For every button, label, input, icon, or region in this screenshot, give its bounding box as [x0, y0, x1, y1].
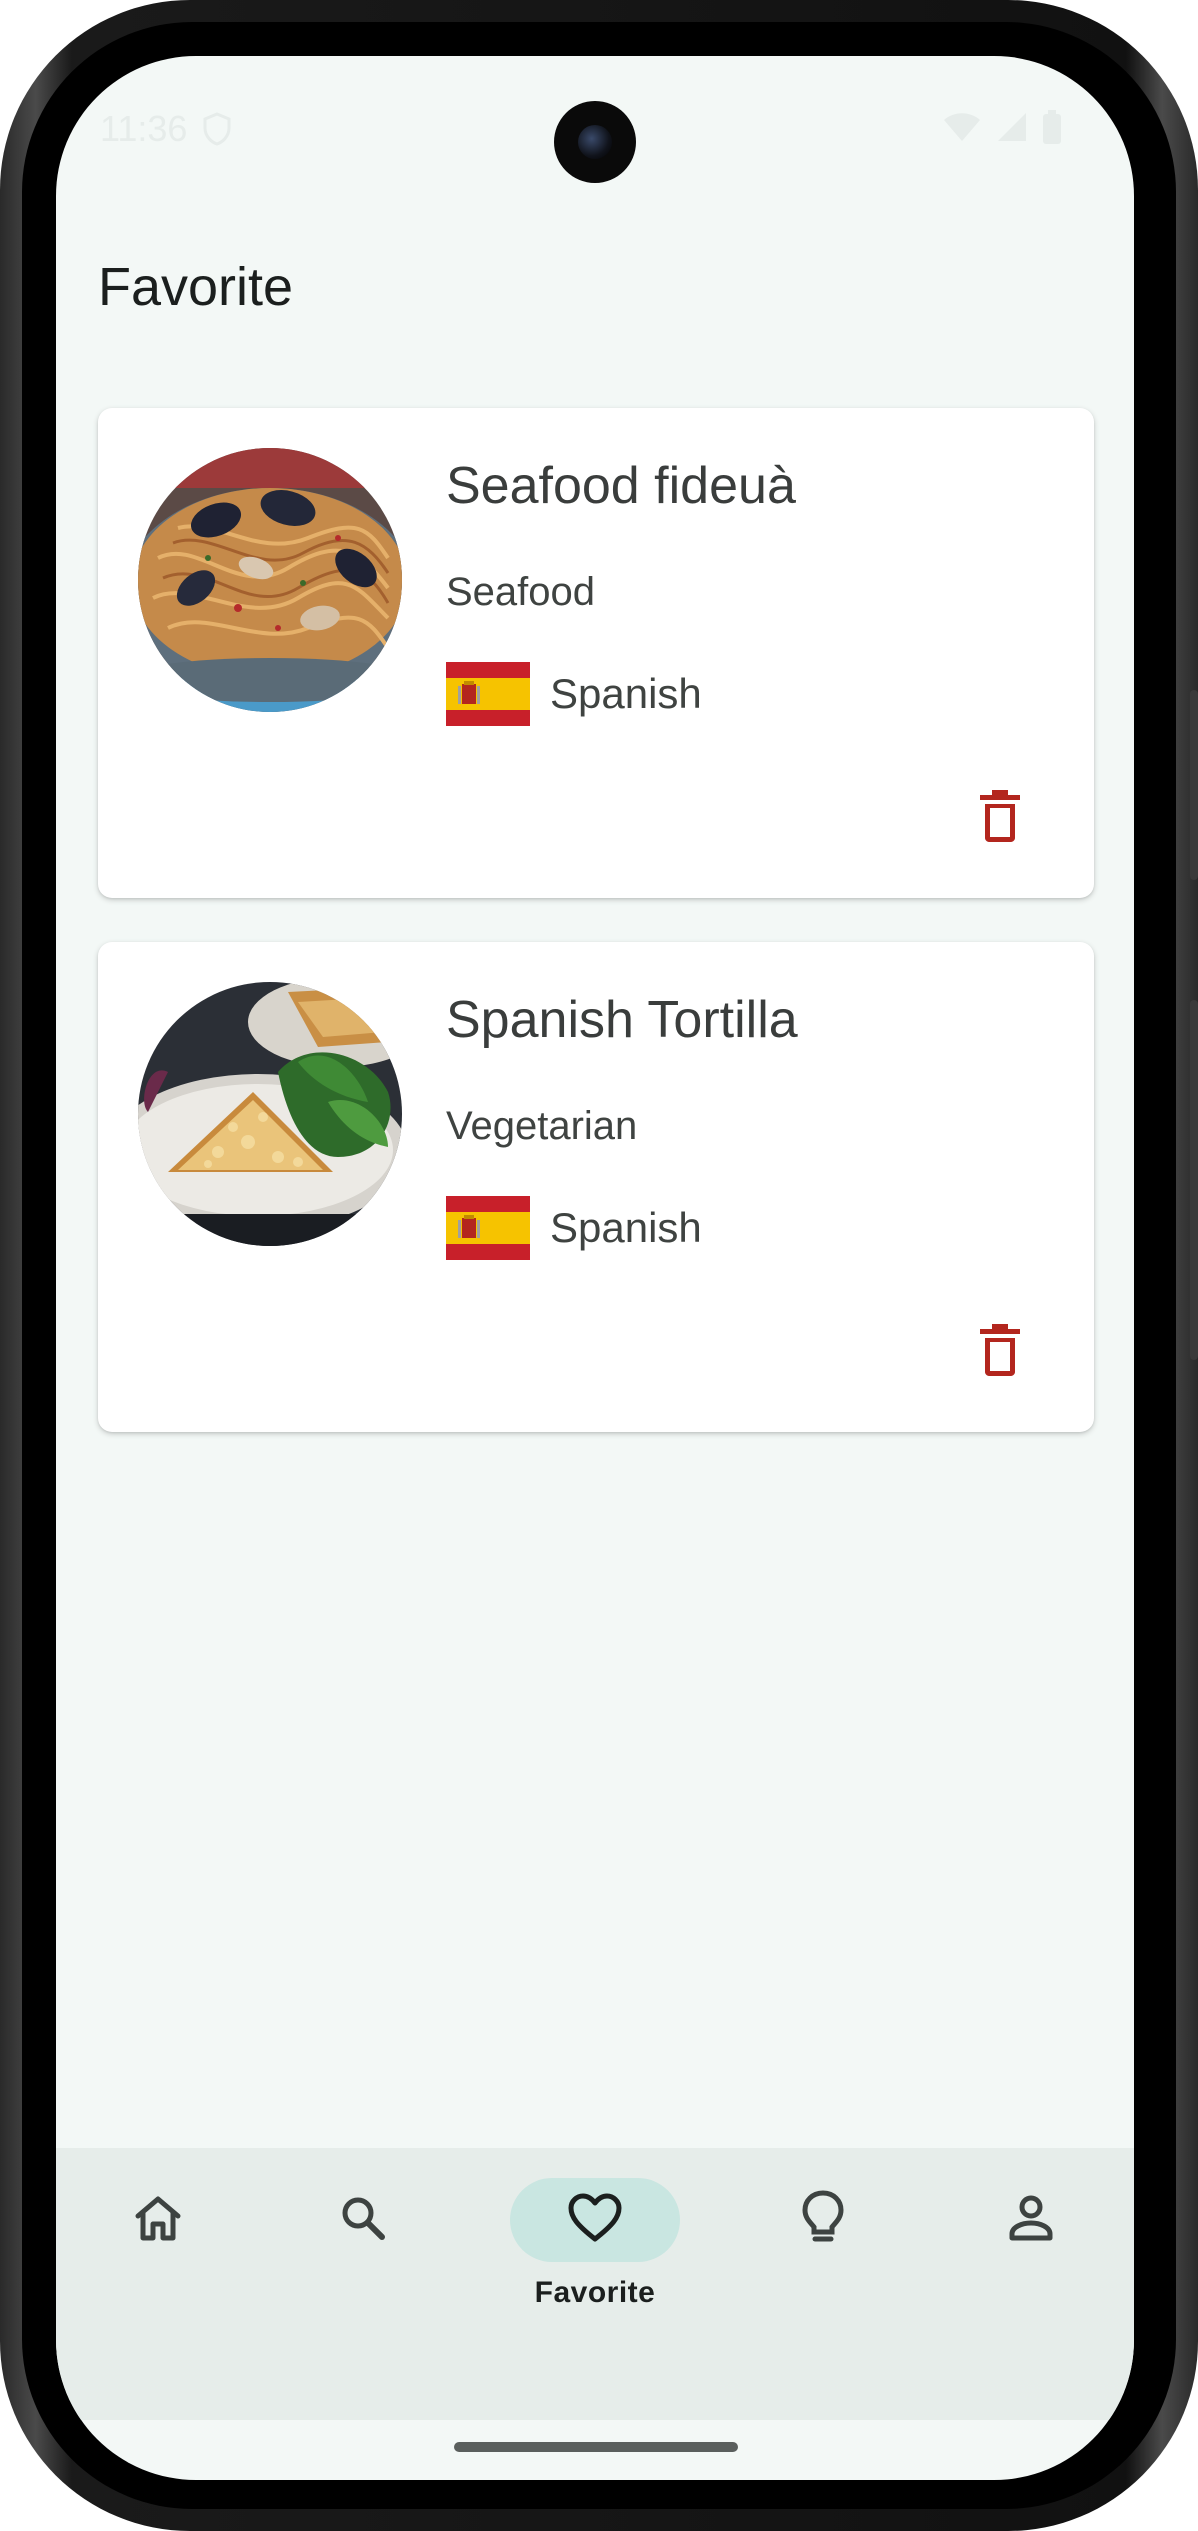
spain-flag-icon: [446, 1196, 530, 1260]
favorite-card[interactable]: Seafood fideuà Seafood Spanish: [98, 408, 1094, 898]
gesture-home-indicator[interactable]: [454, 2442, 738, 2452]
seafood-noodles-photo: [138, 448, 402, 712]
bottom-navigation: Favorite: [56, 2148, 1134, 2420]
volume-button: [1190, 1000, 1198, 1360]
cellular-icon: [996, 111, 1028, 148]
nav-item-favorite[interactable]: Favorite: [510, 2178, 680, 2348]
favorite-card[interactable]: Spanish Tortilla Vegetarian Spanish: [98, 942, 1094, 1432]
status-time: 11:36: [100, 108, 188, 149]
cuisine-label: Spanish: [550, 670, 702, 717]
screen: 11:36 Favorite Seafood fideuà Seafood Sp…: [56, 56, 1134, 2480]
nav-item-ideas[interactable]: [738, 2178, 908, 2348]
dish-category: Seafood: [446, 570, 596, 614]
battery-icon: [1042, 110, 1062, 149]
trash-icon: [980, 1323, 1020, 1381]
nav-item-home[interactable]: [73, 2178, 243, 2348]
front-camera: [554, 101, 636, 183]
power-button: [1190, 690, 1198, 880]
page-title: Favorite: [98, 257, 294, 317]
spain-flag-icon: [446, 662, 530, 726]
cuisine-label: Spanish: [550, 1204, 702, 1251]
tortilla-photo: [138, 982, 402, 1246]
dish-name: Seafood fideuà: [446, 457, 796, 515]
person-icon: [1007, 2194, 1055, 2247]
delete-favorite-button[interactable]: [960, 778, 1040, 858]
lightbulb-icon: [801, 2189, 845, 2251]
wifi-icon: [942, 111, 982, 148]
nav-item-profile[interactable]: [946, 2178, 1116, 2348]
nav-item-search[interactable]: [278, 2178, 448, 2348]
dish-category: Vegetarian: [446, 1104, 638, 1148]
search-icon: [339, 2194, 387, 2247]
nav-label-favorite: Favorite: [534, 2276, 656, 2309]
delete-favorite-button[interactable]: [960, 1312, 1040, 1392]
home-icon: [132, 2194, 184, 2247]
heart-icon: [567, 2193, 623, 2248]
status-icons: [942, 110, 1062, 149]
trash-icon: [980, 789, 1020, 847]
dish-name: Spanish Tortilla: [446, 991, 798, 1049]
shield-icon: [202, 112, 232, 151]
